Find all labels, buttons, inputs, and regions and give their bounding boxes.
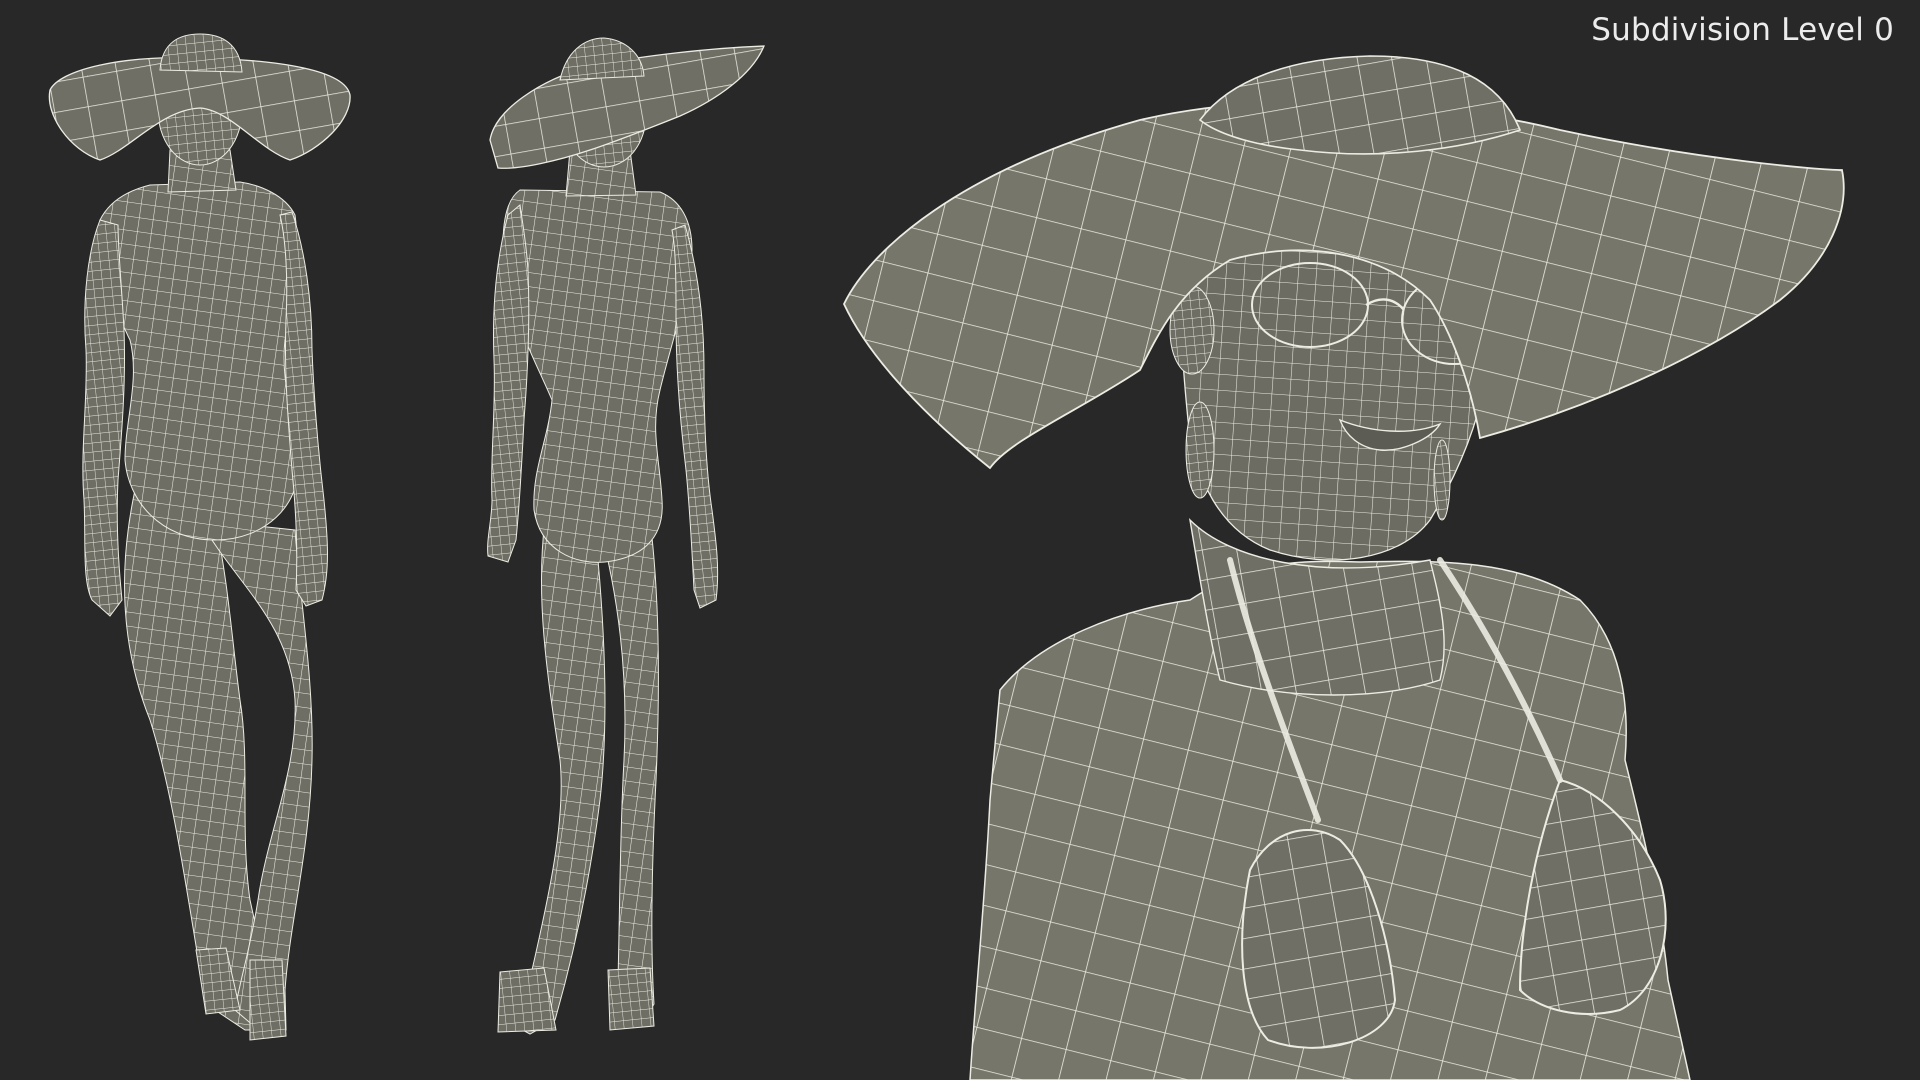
back-left-leg	[503, 519, 606, 1035]
front-hat-crown	[159, 33, 243, 73]
closeup-sunglasses-left-lens	[1251, 262, 1369, 348]
wireframe-render	[48, 33, 1845, 1080]
back-right-arm	[671, 224, 719, 609]
back-hat-crown	[559, 37, 645, 81]
front-torso	[98, 181, 299, 541]
closeup-hat-crown	[1198, 55, 1522, 155]
closeup-earring-left	[1185, 401, 1215, 499]
back-figure	[487, 37, 765, 1035]
front-figure	[48, 33, 351, 1041]
back-right-leg	[597, 519, 659, 1025]
back-right-shoe	[607, 967, 655, 1031]
subdivision-level-label: Subdivision Level 0	[1591, 12, 1894, 48]
render-viewport: Subdivision Level 0	[0, 0, 1920, 1080]
back-torso	[502, 189, 693, 563]
closeup-earring-right	[1433, 439, 1451, 521]
front-right-shoe	[249, 959, 287, 1041]
front-left-arm	[82, 219, 126, 617]
back-left-arm	[487, 204, 530, 563]
closeup-figure	[843, 55, 1845, 1080]
